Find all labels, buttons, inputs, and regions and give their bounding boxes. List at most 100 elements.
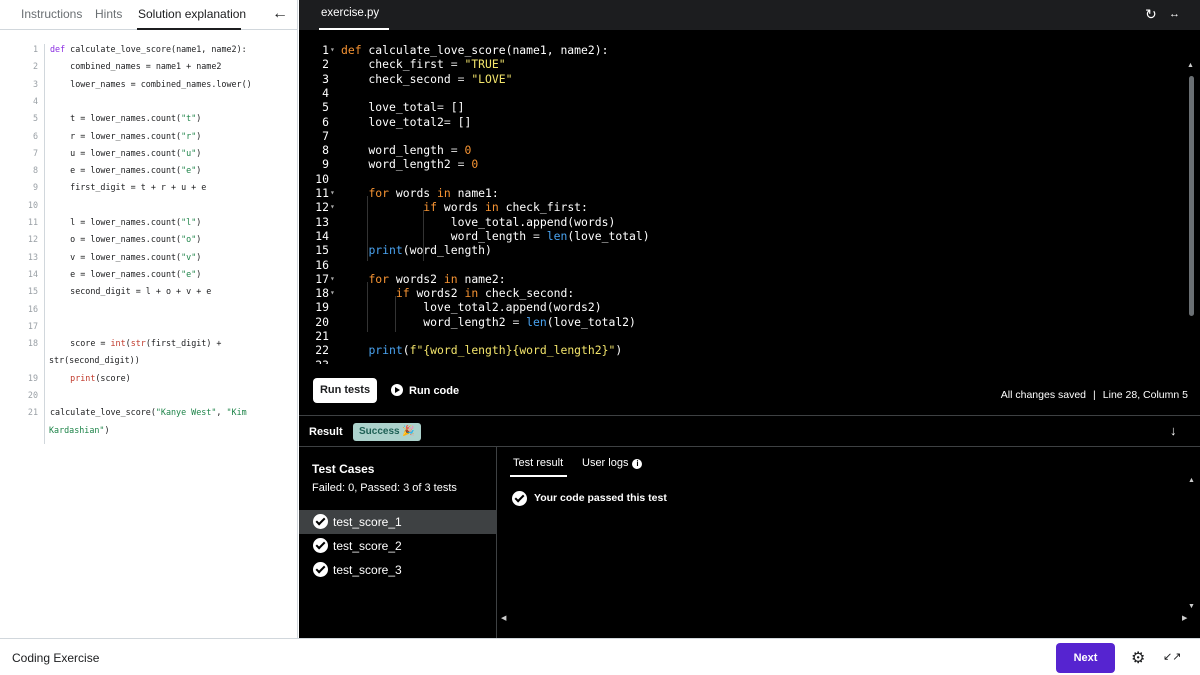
line-number: 20 [27, 390, 38, 400]
line-number: 21 [315, 329, 329, 343]
run-code-button[interactable]: Run code [391, 384, 459, 397]
code-text: print(score) [70, 372, 131, 383]
editor-line: 1 ▾ def calculate_love_score(name1, name2)… [299, 43, 1189, 57]
line-number: 14 [315, 228, 329, 243]
expand-icon[interactable]: ↔ [1169, 8, 1180, 20]
code-text: r = lower_names.count("r") [50, 130, 202, 141]
code-text: word_length2 = 0 [341, 157, 479, 172]
code-text: calculate_love_score("Kanye West", "Kim [50, 407, 247, 418]
tab-test-result[interactable]: Test result [513, 457, 563, 469]
passed-message: Your code passed this test [534, 492, 667, 504]
test-case-label: test_score_3 [333, 563, 402, 577]
app-root: Instructions Hints Solution explanation … [0, 0, 1200, 675]
reset-icon[interactable]: ↻ [1145, 6, 1157, 23]
code-text: lower_names = combined_names.lower() [50, 78, 252, 89]
minimize-icon[interactable]: ↙↗ [1163, 650, 1181, 663]
line-number: 2 [32, 61, 38, 72]
fold-arrow-icon[interactable]: ▾ [330, 188, 335, 197]
code-text: e = lower_names.count("e") [50, 165, 202, 176]
footer-bar: Coding Exercise Next ⚙ ↙↗ [0, 638, 1200, 675]
line-number: 8 [32, 165, 38, 176]
line-number: 13 [315, 214, 329, 229]
editor-line: 17 ▾ for words2 in name2: [299, 272, 1189, 286]
editor-line: 4 [299, 86, 1189, 100]
line-number: 3 [32, 78, 38, 89]
code-text: Kardashian") [49, 424, 110, 435]
line-number: 6 [32, 130, 38, 141]
code-text: l = lower_names.count("l") [50, 217, 202, 227]
line-number: 8 [322, 143, 329, 158]
test-case-row[interactable]: test_score_3 [299, 558, 497, 582]
scroll-right-icon[interactable]: ▶ [1182, 614, 1187, 622]
line-number: 12 [315, 200, 329, 215]
scroll-up-icon[interactable]: ▲ [1188, 477, 1195, 484]
tab-hints[interactable]: Hints [95, 7, 122, 21]
line-number: 2 [322, 57, 329, 72]
action-bar: Run tests Run code All changes saved | Lin… [299, 364, 1200, 416]
editor-line: 18 ▾ if words2 in check_second: [299, 286, 1189, 300]
run-code-label: Run code [409, 385, 460, 397]
test-cases-summary: Failed: 0, Passed: 3 of 3 tests [312, 482, 457, 494]
editor-line: 5 love_total= [] [299, 100, 1189, 114]
footer-title: Coding Exercise [12, 651, 100, 665]
code-text: combined_names = name1 + name2 [50, 61, 222, 72]
test-case-label: test_score_1 [333, 515, 402, 529]
line-number: 1 [322, 43, 329, 57]
scroll-down-icon[interactable]: ▼ [1188, 603, 1195, 610]
line-number: 11 [315, 186, 329, 200]
scroll-up-icon[interactable]: ▲ [1187, 62, 1194, 69]
line-number: 19 [315, 300, 329, 315]
fold-arrow-icon[interactable]: ▾ [330, 288, 335, 297]
line-number: 22 [315, 343, 329, 358]
fold-arrow-icon[interactable]: ▾ [330, 202, 335, 211]
result-header: Result Success 🎉 ↓ [299, 417, 1200, 447]
check-circle-icon [512, 491, 527, 506]
scroll-left-icon[interactable]: ◀ [501, 614, 506, 622]
line-number: 13 [27, 251, 38, 262]
active-result-tab-indicator [510, 475, 567, 477]
file-tab-exercise[interactable]: exercise.py [321, 7, 379, 19]
test-cases-title: Test Cases [312, 462, 375, 476]
editor-line: 16 [299, 258, 1189, 272]
left-panel: Instructions Hints Solution explanation … [0, 0, 298, 638]
code-editor[interactable]: 1 ▾ def calculate_love_score(name1, name2)… [299, 30, 1200, 364]
line-number: 7 [322, 128, 329, 143]
fold-arrow-icon[interactable]: ▾ [330, 45, 335, 54]
editor-line: 15 print(word_length) [299, 243, 1189, 257]
line-number: 10 [315, 171, 329, 186]
test-case-row[interactable]: test_score_2 [299, 534, 497, 558]
line-number: 5 [322, 100, 329, 115]
info-icon[interactable]: i [632, 459, 643, 469]
fold-arrow-icon[interactable]: ▾ [330, 274, 335, 283]
tab-solution-explanation[interactable]: Solution explanation [138, 7, 246, 21]
tab-instructions[interactable]: Instructions [21, 7, 82, 21]
scrollbar-thumb[interactable] [1189, 76, 1194, 316]
play-icon [391, 384, 403, 396]
line-number: 18 [315, 286, 329, 301]
arrow-left-icon[interactable]: ← [272, 5, 288, 23]
editor-line: 11 ▾ for words in name1: [299, 186, 1189, 200]
code-text: check_first = "TRUE" [341, 57, 506, 72]
tab-user-logs[interactable]: User logs i [582, 457, 643, 469]
code-text: o = lower_names.count("o") [50, 234, 202, 245]
run-tests-button[interactable]: Run tests [313, 378, 377, 403]
line-number: 17 [315, 271, 329, 286]
line-number: 9 [322, 157, 329, 172]
editor-line: 10 [299, 172, 1189, 186]
line-number: 15 [315, 243, 329, 258]
line-number: 11 [27, 217, 38, 227]
line-number: 7 [32, 147, 38, 158]
code-text: def calculate_love_score(name1, name2): [50, 44, 247, 54]
line-number: 6 [322, 114, 329, 129]
check-circle-icon [313, 538, 328, 553]
code-text: def calculate_love_score(name1, name2): [341, 43, 609, 57]
arrow-down-icon[interactable]: ↓ [1170, 423, 1177, 438]
test-case-row[interactable]: test_score_1 [299, 510, 497, 534]
line-number: 21 [27, 407, 38, 418]
editor-scrollbar[interactable]: ▲ ▼ [1186, 62, 1196, 364]
gear-icon[interactable]: ⚙ [1131, 648, 1145, 668]
user-logs-label: User logs [582, 457, 629, 469]
editor-line: 22 print(f"{word_length}{word_length2}") [299, 343, 1189, 357]
next-button[interactable]: Next [1056, 643, 1115, 673]
check-circle-icon [313, 514, 328, 529]
